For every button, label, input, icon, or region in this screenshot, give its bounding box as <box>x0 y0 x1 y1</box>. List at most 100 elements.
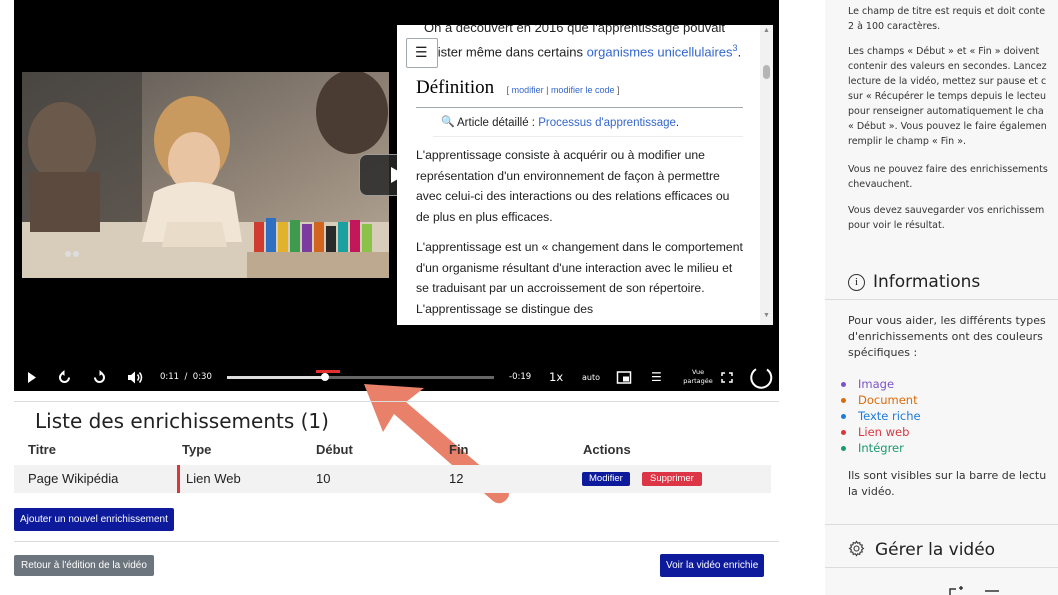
wiki-paragraph-2: L'apprentissage est un « changement dans… <box>416 240 743 316</box>
shared-view-button[interactable]: Vue partagée <box>679 366 717 391</box>
shared-view-line2: partagée <box>683 377 713 385</box>
manage-video-title: Gérer la vidéo <box>875 540 996 560</box>
picture-in-picture-button[interactable] <box>616 364 632 391</box>
forward-icon <box>94 370 105 383</box>
volume-icon <box>128 371 143 384</box>
time-separator: / <box>184 372 188 382</box>
wiki-paragraph-1: L'apprentissage consiste à acquérir ou à… <box>416 148 730 224</box>
magnifier-icon: 🔍 <box>441 116 455 128</box>
spinner-icon <box>750 368 773 389</box>
duration: 0:30 <box>192 372 212 382</box>
cell-start: 10 <box>313 465 446 493</box>
play-icon <box>28 372 36 383</box>
video-thumbnail <box>22 72 389 278</box>
column-header-start: Début <box>316 442 353 457</box>
legend-item-image: Image <box>841 376 894 392</box>
legend-label: Document <box>858 393 918 407</box>
cell-title: Page Wikipédia <box>14 465 190 493</box>
help-line: sur « Récupérer le temps depuis le lecte… <box>848 91 1046 102</box>
shared-view-line1: Vue <box>691 368 705 376</box>
column-header-end: Fin <box>449 442 469 457</box>
toc-button[interactable]: ☰ <box>406 38 438 68</box>
legend-item-web-link: Lien web <box>841 424 910 440</box>
edit-icon[interactable] <box>949 586 965 595</box>
wiki-edit-sep: | <box>543 85 551 95</box>
help-overlap-rule: Vous ne pouvez faire des enrichissements… <box>848 162 1048 192</box>
help-line: pour renseigner automatiquement le cha <box>848 106 1044 117</box>
wiki-intro-suffix: . <box>737 44 742 60</box>
help-line: remplir le champ « Fin ». <box>848 136 967 147</box>
modify-button[interactable]: Modifier <box>582 472 630 486</box>
info-line: Pour vous aider, les différents types <box>848 314 1046 327</box>
info-icon: i <box>848 274 865 291</box>
help-title-rule: Le champ de titre est requis et doit con… <box>848 4 1045 34</box>
list-icon: ☰ <box>651 370 662 384</box>
info-intro: Pour vous aider, les différents types d'… <box>848 313 1046 361</box>
wiki-detail-suffix: . <box>675 117 680 129</box>
legend-label: Intégrer <box>858 441 904 455</box>
wiki-edit-link[interactable]: modifier <box>512 85 544 95</box>
legend-dot <box>841 398 846 403</box>
manage-video-heading[interactable]: Gérer la vidéo <box>848 540 995 560</box>
annotation-arrow <box>364 384 509 504</box>
cell-type: Lien Web <box>177 465 318 493</box>
column-header-type: Type <box>182 442 212 457</box>
help-line: lecture de la vidéo, mettez sur pause et… <box>848 76 1047 87</box>
wiki-detail-note: 🔍 Article détaillé : Processus d'apprent… <box>433 110 743 137</box>
wiki-detail-link[interactable]: Processus d'apprentissage <box>538 117 676 129</box>
fullscreen-icon <box>721 372 733 383</box>
help-save-rule: Vous devez sauvegarder vos enrichissem po… <box>848 203 1044 233</box>
scroll-up-icon[interactable]: ▲ <box>763 27 770 34</box>
list-icon: ☰ <box>415 44 428 60</box>
quality-button[interactable]: auto <box>582 364 600 391</box>
fullscreen-button[interactable] <box>720 364 734 391</box>
wiki-intro: On a découvert en 2016 que l'apprentissa… <box>424 25 764 62</box>
help-line: Les champs « Début » et « Fin » doivent <box>848 46 1040 57</box>
wiki-scrollbar[interactable]: ▲ ▼ <box>760 25 773 325</box>
help-time-rule: Les champs « Début » et « Fin » doivent … <box>848 44 1047 149</box>
delete-button[interactable]: Supprimer <box>642 472 702 486</box>
help-line: Vous ne pouvez faire des enrichissements <box>848 164 1048 175</box>
legend-item-embed: Intégrer <box>841 440 904 456</box>
chapters-button[interactable]: ☰ <box>651 364 662 391</box>
section-divider <box>825 524 1058 525</box>
back-to-edit-button[interactable]: Retour à l'édition de la vidéo <box>14 555 154 576</box>
section-divider <box>14 401 779 402</box>
progress-fill <box>227 376 325 379</box>
view-enriched-video-button[interactable]: Voir la vidéo enrichie <box>660 554 765 577</box>
legend-item-document: Document <box>841 392 918 408</box>
cell-actions: Modifier Supprimer <box>579 465 771 493</box>
section-divider <box>14 541 779 542</box>
legend-label: Texte riche <box>858 409 921 423</box>
progress-thumb[interactable] <box>320 373 329 381</box>
legend-dot <box>841 382 846 387</box>
help-line: contenir des valeurs en secondes. Lancez <box>848 61 1047 72</box>
wikipedia-overlay[interactable]: On a découvert en 2016 que l'apprentissa… <box>397 25 773 325</box>
video-player[interactable]: On a découvert en 2016 que l'apprentissa… <box>14 0 779 364</box>
section-divider <box>825 299 1058 300</box>
legend-item-rich-text: Texte riche <box>841 408 921 424</box>
info-line: Ils sont visibles sur la barre de lectu <box>848 469 1047 482</box>
enrichment-marker[interactable] <box>316 370 340 373</box>
control-play-button[interactable] <box>26 364 38 391</box>
help-line: 2 à 100 caractères. <box>848 21 941 32</box>
wiki-link-unicellular[interactable]: organismes unicellulaires <box>587 44 733 59</box>
info-line: la vidéo. <box>848 485 895 498</box>
volume-button[interactable] <box>126 364 144 391</box>
scroll-down-icon[interactable]: ▼ <box>763 312 770 319</box>
forward-button[interactable] <box>92 364 106 391</box>
rewind-icon <box>59 370 70 383</box>
wiki-edit-source-link[interactable]: modifier le code <box>551 85 615 95</box>
current-time: 0:11 <box>160 372 180 382</box>
list-icon[interactable] <box>985 589 999 595</box>
wiki-section-title: Définition <box>416 77 495 98</box>
section-divider <box>825 567 1058 568</box>
playback-speed-button[interactable]: 1x <box>549 364 563 391</box>
legend-label: Lien web <box>858 425 910 439</box>
info-outro: Ils sont visibles sur la barre de lectu … <box>848 468 1046 500</box>
enrichments-heading: Liste des enrichissements (1) <box>35 409 329 433</box>
add-enrichment-button[interactable]: Ajouter un nouvel enrichissement <box>14 508 174 531</box>
wiki-scroll-thumb[interactable] <box>763 65 770 79</box>
rewind-button[interactable] <box>58 364 72 391</box>
wiki-section-heading: Définition [ modifier | modifier le code… <box>416 77 743 108</box>
